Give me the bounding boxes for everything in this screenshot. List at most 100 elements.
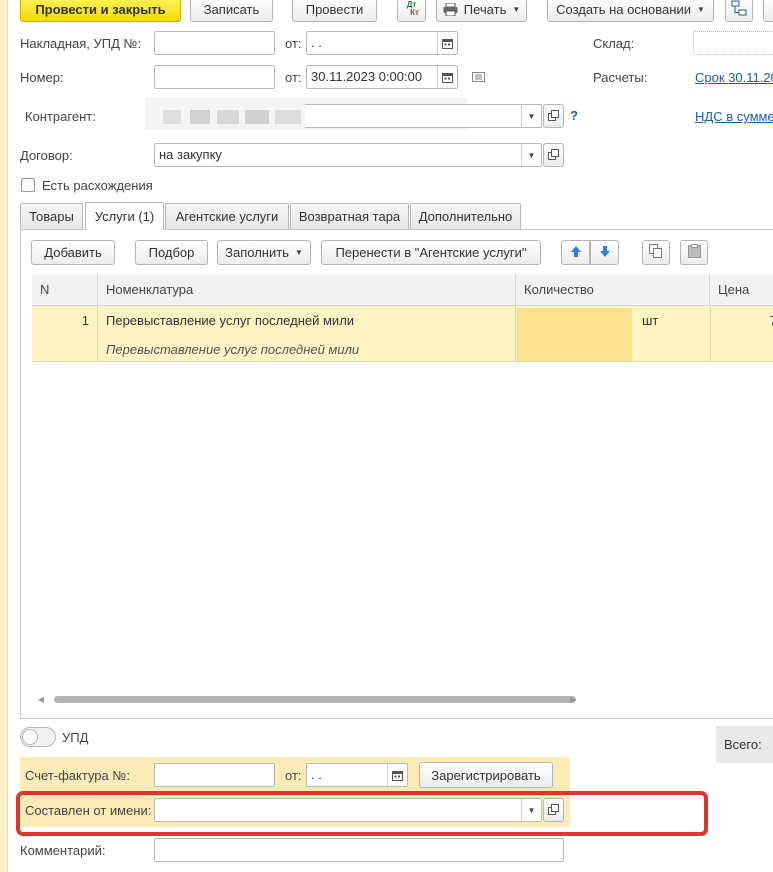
- discrepancies-checkbox[interactable]: [21, 178, 35, 192]
- invoice-input[interactable]: [154, 763, 275, 787]
- counterparty-dropdown-icon[interactable]: ▼: [521, 105, 541, 127]
- move-to-agent-services-label: Перенести в "Агентские услуги": [335, 245, 527, 260]
- warehouse-label: Склад:: [593, 36, 635, 51]
- tab-services-label: Услуги (1): [94, 209, 155, 224]
- number-date-input[interactable]: 30.11.2023 0:00:00: [306, 65, 458, 89]
- structure-button[interactable]: [725, 0, 753, 22]
- help-icon[interactable]: ?: [570, 108, 578, 123]
- fill-button[interactable]: Заполнить ▼: [217, 240, 311, 265]
- counterparty-input[interactable]: ▼: [305, 104, 542, 128]
- printer-icon: [443, 2, 458, 16]
- column-header-item[interactable]: Номенклатура: [98, 274, 516, 305]
- vat-link[interactable]: НДС в сумме: [695, 109, 773, 124]
- invoice-date-value: . .: [311, 35, 322, 50]
- post-and-close-label: Провести и закрыть: [35, 1, 166, 17]
- calendar-icon[interactable]: [437, 66, 457, 88]
- invoice-date-field[interactable]: . .: [306, 763, 408, 787]
- fill-dropdown-icon: ▼: [294, 248, 303, 257]
- settlements-link[interactable]: Срок 30.11.20: [695, 70, 773, 85]
- save-label: Записать: [203, 1, 260, 17]
- arrow-down-icon: [599, 245, 611, 261]
- row-item-cell[interactable]: Перевыставление услуг последней мили Пер…: [98, 306, 516, 362]
- contract-value: на закупку: [159, 147, 222, 162]
- tab-returnable-packaging-label: Возвратная тара: [298, 209, 401, 224]
- arrow-up-icon: [570, 245, 582, 261]
- register-label: Зарегистрировать: [431, 767, 541, 783]
- number-label: Номер:: [20, 70, 64, 85]
- print-button[interactable]: Печать ▼: [436, 0, 527, 22]
- tab-goods-label: Товары: [29, 209, 74, 224]
- move-to-agent-services-button[interactable]: Перенести в "Агентские услуги": [321, 240, 541, 265]
- invoice-date-from-label: от:: [285, 36, 302, 51]
- column-header-price[interactable]: Цена: [710, 274, 773, 305]
- column-header-n[interactable]: N: [32, 274, 98, 305]
- pick-button[interactable]: Подбор: [135, 240, 208, 265]
- comment-input[interactable]: [154, 838, 564, 862]
- copy-icon: [649, 244, 663, 261]
- tab-goods[interactable]: Товары: [20, 203, 83, 229]
- print-label: Печать: [463, 1, 507, 17]
- toggle-knob: [22, 729, 38, 745]
- invoice-from-label: от:: [285, 768, 302, 783]
- calendar-icon[interactable]: [387, 764, 407, 786]
- open-icon: [548, 148, 559, 163]
- paste-button[interactable]: [680, 240, 708, 265]
- create-based-on-dropdown-icon: ▼: [696, 4, 705, 14]
- contract-dropdown-icon[interactable]: ▼: [521, 144, 541, 166]
- row-price: 7: [710, 306, 773, 362]
- fill-label: Заполнить: [225, 245, 289, 260]
- scroll-right-icon[interactable]: ▶: [570, 695, 576, 704]
- add-button[interactable]: Добавить: [31, 240, 115, 265]
- create-based-on-button[interactable]: Создать на основании ▼: [547, 0, 714, 22]
- row-quantity-cell[interactable]: [517, 308, 632, 361]
- dt-kt-button[interactable]: Дт Кт: [397, 0, 426, 22]
- create-based-on-label: Создать на основании: [556, 1, 691, 17]
- table-header: N Номенклатура Количество Цена: [32, 274, 773, 306]
- tab-additional[interactable]: Дополнительно: [410, 203, 521, 229]
- settlements-label: Расчеты:: [593, 70, 648, 85]
- post-button[interactable]: Провести: [292, 0, 377, 22]
- total-label: Всего:: [724, 737, 762, 752]
- invoice-number-input[interactable]: [154, 31, 275, 55]
- add-label: Добавить: [44, 245, 102, 260]
- contract-open-button[interactable]: [543, 143, 564, 167]
- invoice-label: Счет-фактура №:: [25, 768, 130, 783]
- hierarchy-icon: [731, 0, 747, 19]
- number-input[interactable]: [154, 65, 275, 89]
- number-date-from-label: от:: [285, 70, 302, 85]
- upd-toggle[interactable]: [20, 727, 56, 747]
- scrollbar-thumb[interactable]: [54, 696, 576, 703]
- copy-button[interactable]: [642, 240, 670, 265]
- counterparty-open-button[interactable]: [543, 104, 564, 128]
- row-item-content: Перевыставление услуг последней мили: [106, 342, 360, 357]
- table-row[interactable]: 1 Перевыставление услуг последней мили П…: [32, 306, 773, 362]
- tab-agent-services[interactable]: Агентские услуги: [165, 203, 289, 229]
- open-icon: [548, 109, 559, 124]
- save-button[interactable]: Записать: [190, 0, 273, 22]
- contract-input[interactable]: на закупку ▼: [154, 143, 542, 167]
- column-header-quantity[interactable]: Количество: [516, 274, 710, 305]
- invoice-date-input[interactable]: . .: [306, 31, 458, 55]
- calendar-icon[interactable]: [437, 32, 457, 54]
- register-button[interactable]: Зарегистрировать: [419, 762, 553, 788]
- tab-additional-label: Дополнительно: [418, 209, 513, 224]
- warehouse-input[interactable]: [693, 31, 773, 55]
- invoice-number-label: Накладная, УПД №:: [20, 36, 142, 51]
- dt-kt-icon: Дт Кт: [406, 0, 419, 17]
- post-and-close-button[interactable]: Провести и закрыть: [20, 0, 181, 22]
- print-dropdown-icon: ▼: [512, 4, 521, 14]
- horizontal-scrollbar[interactable]: ◀ ▶: [32, 693, 773, 707]
- total-panel: Всего:: [716, 726, 773, 763]
- more-button[interactable]: [763, 0, 773, 22]
- scroll-left-icon[interactable]: ◀: [38, 695, 44, 704]
- tab-services[interactable]: Услуги (1): [85, 202, 164, 230]
- comment-label: Комментарий:: [20, 843, 106, 858]
- document-history-icon[interactable]: [470, 70, 486, 84]
- move-down-button[interactable]: [590, 240, 619, 265]
- row-unit: шт: [642, 313, 659, 328]
- tab-agent-services-label: Агентские услуги: [175, 209, 279, 224]
- move-up-button[interactable]: [561, 240, 590, 265]
- highlight-frame: [16, 791, 708, 836]
- tab-returnable-packaging[interactable]: Возвратная тара: [290, 203, 409, 229]
- number-date-value: 30.11.2023 0:00:00: [311, 69, 423, 84]
